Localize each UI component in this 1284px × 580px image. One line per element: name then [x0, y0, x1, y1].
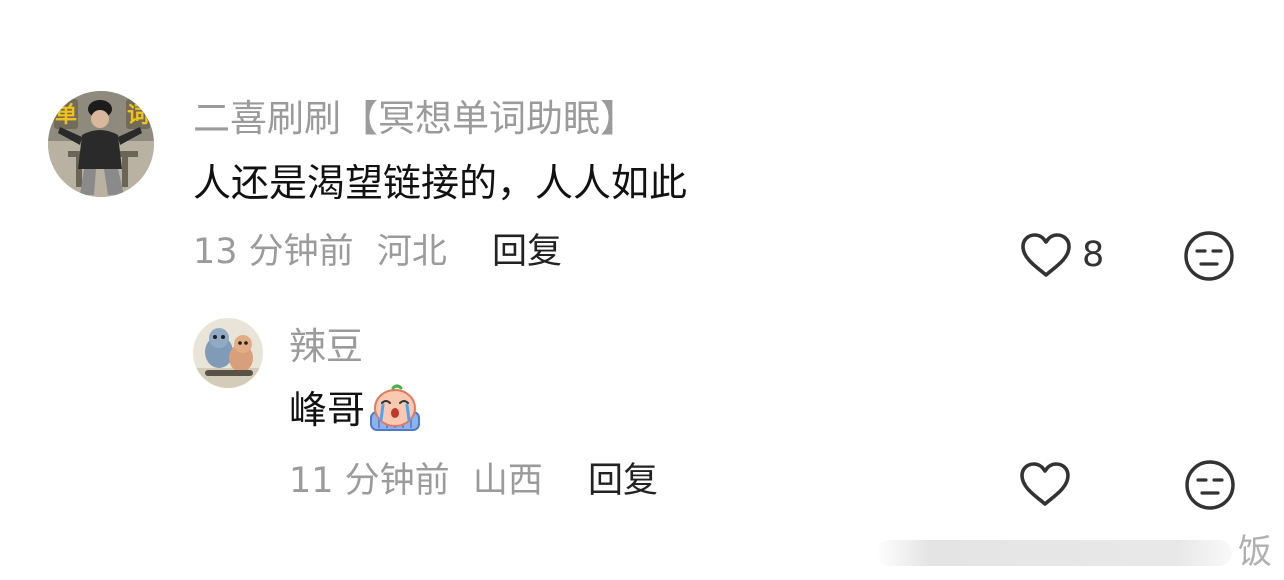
- comment-location: 河北: [376, 232, 447, 272]
- avatar-text-right: 词: [127, 103, 149, 128]
- like-button[interactable]: 8: [1020, 232, 1104, 278]
- neutral-face-icon: [1184, 231, 1234, 281]
- watermark: 饭: [870, 528, 1284, 580]
- reply-avatar[interactable]: [193, 318, 263, 388]
- reply-username[interactable]: 辣豆: [289, 325, 363, 369]
- watermark-bar: [876, 540, 1232, 566]
- reply-button[interactable]: 回复: [492, 232, 562, 272]
- like-count: 8: [1082, 235, 1105, 275]
- comment-text: 人还是渴望链接的，人人如此: [193, 161, 688, 205]
- crying-emoji-icon: [370, 384, 421, 431]
- comment-thread: 单 词 二喜刷刷【冥想单词助眠】 人还是渴望链接的，人人如此 13 分钟前 河北…: [0, 0, 1284, 580]
- reply-avatar-photo: [193, 318, 263, 388]
- reply-text: 峰哥: [289, 388, 366, 432]
- reply-to-reply-button[interactable]: 回复: [588, 461, 658, 501]
- reply-like-button[interactable]: [1019, 461, 1071, 507]
- comment-time: 13 分钟前: [193, 232, 354, 272]
- neutral-face-icon: [1185, 460, 1235, 510]
- avatar-photo: 单 词: [48, 91, 154, 197]
- heart-icon: [1020, 462, 1070, 506]
- avatar[interactable]: 单 词: [48, 91, 154, 197]
- heart-icon: [1021, 233, 1071, 277]
- reply-meta: 11 分钟前 山西 回复: [289, 460, 658, 502]
- reply-reaction-button[interactable]: [1184, 459, 1236, 515]
- comment-meta: 13 分钟前 河北 回复: [193, 231, 562, 273]
- comment-username[interactable]: 二喜刷刷【冥想单词助眠】: [193, 97, 637, 141]
- reply-text-container: 峰哥: [289, 384, 423, 438]
- reply-time: 11 分钟前: [289, 461, 450, 501]
- avatar-text-left: 单: [55, 103, 77, 128]
- watermark-text: 饭: [1238, 532, 1272, 572]
- reaction-button[interactable]: [1183, 230, 1235, 286]
- reply-location: 山西: [472, 461, 543, 501]
